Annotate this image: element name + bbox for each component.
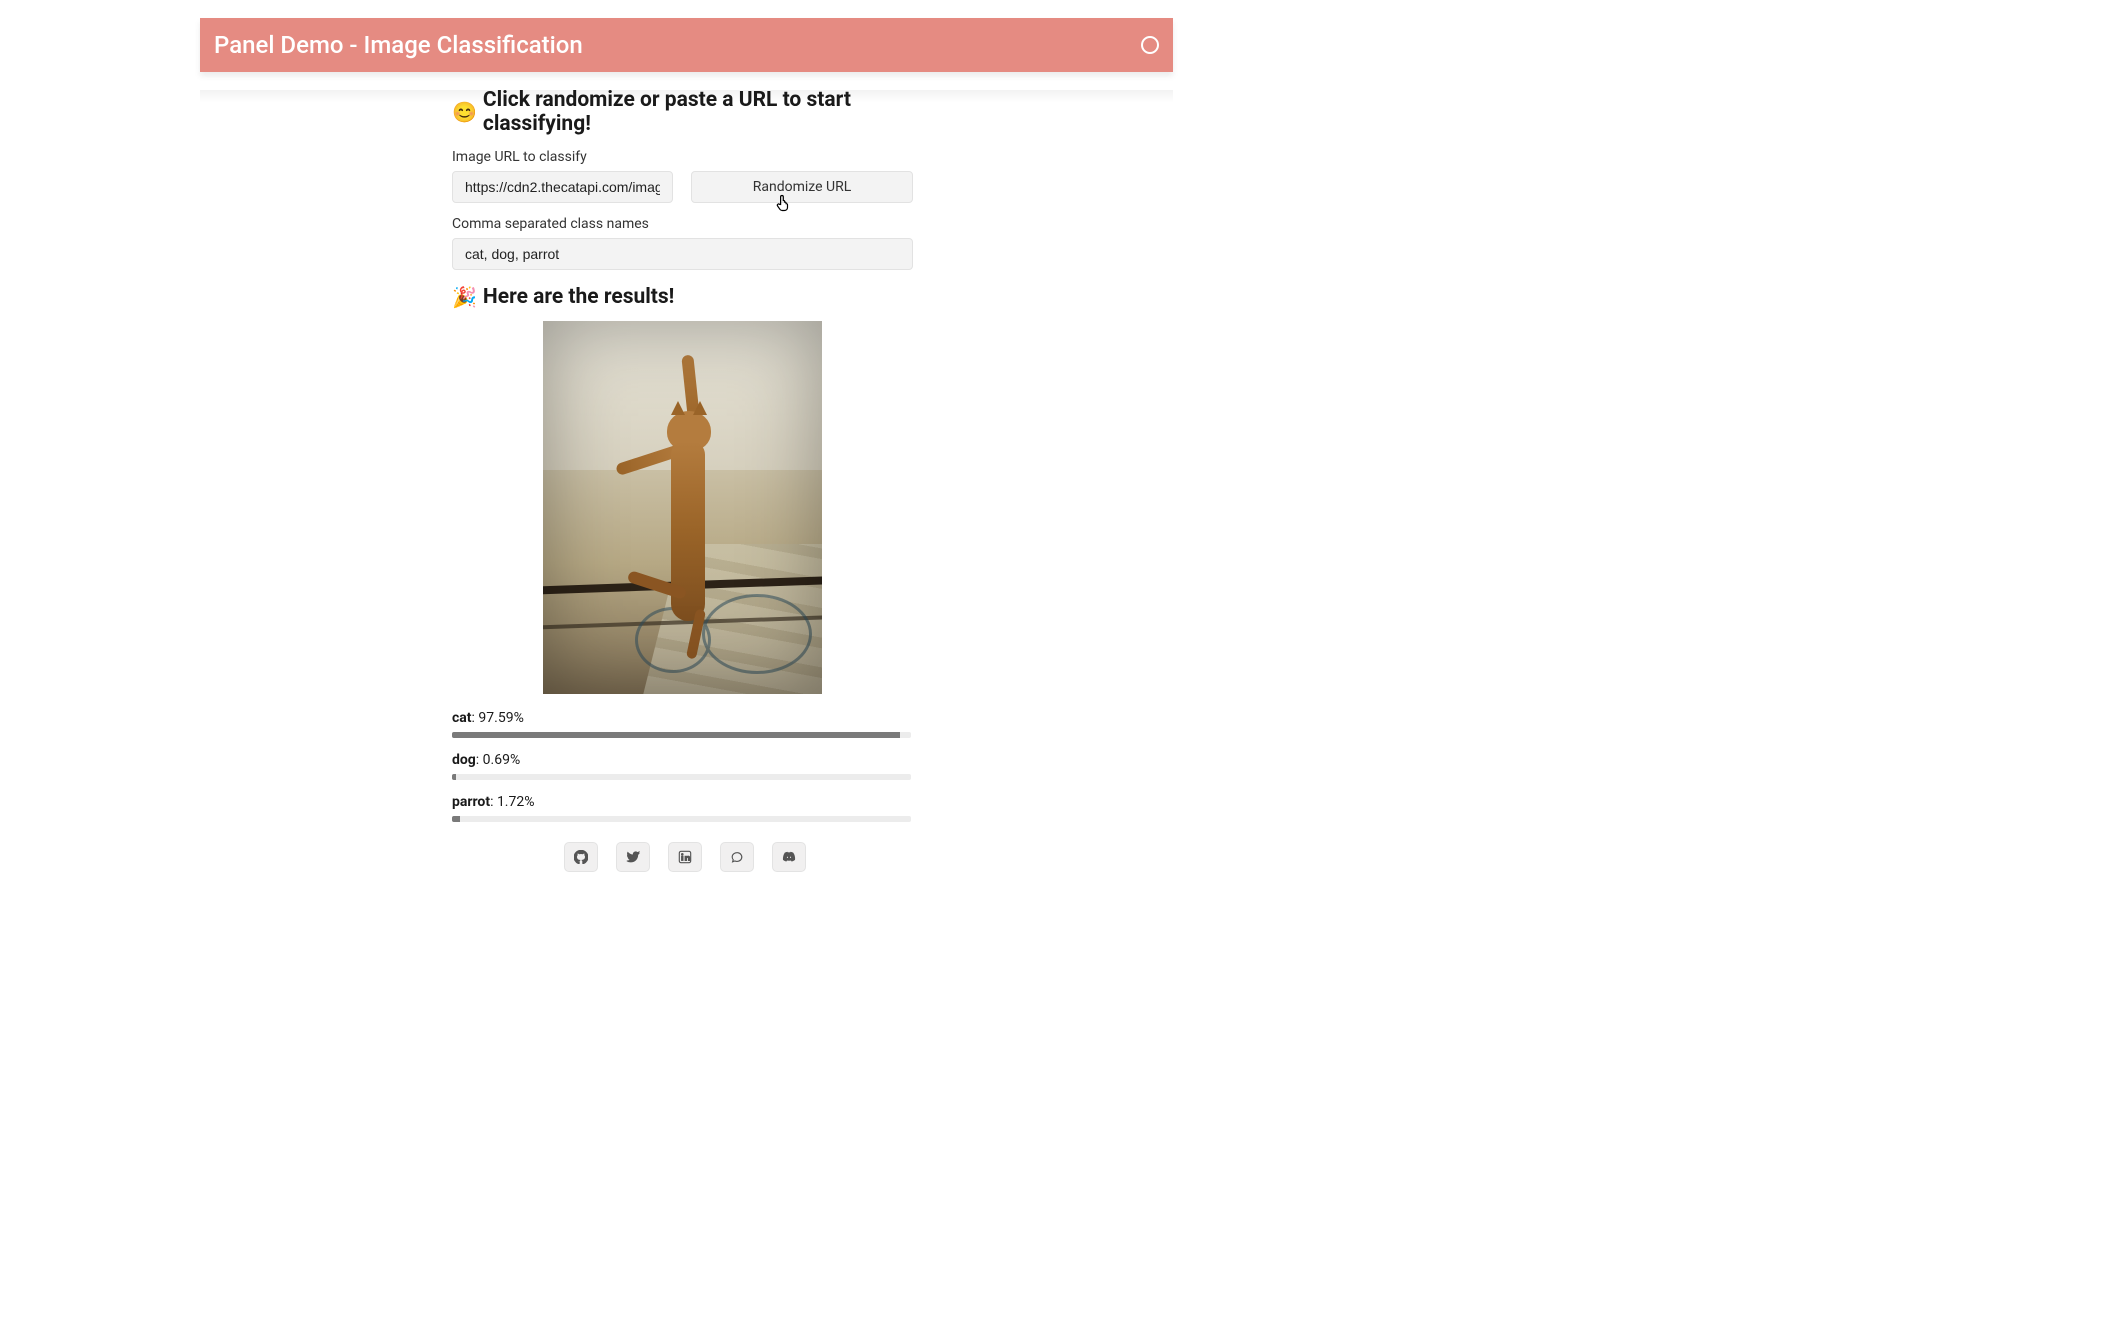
github-icon[interactable] — [564, 842, 598, 872]
results-list: cat: 97.59% dog: 0.69% parrot: 1.72% — [452, 710, 913, 822]
discord-icon[interactable] — [772, 842, 806, 872]
result-label-line: dog: 0.69% — [452, 752, 913, 768]
result-bar-fill — [452, 816, 460, 822]
classes-input-label: Comma separated class names — [452, 216, 913, 232]
result-bar-track — [452, 732, 911, 738]
loading-spinner-icon — [1141, 36, 1159, 54]
classified-image — [543, 321, 822, 694]
result-label-line: cat: 97.59% — [452, 710, 913, 726]
result-label-line: parrot: 1.72% — [452, 794, 913, 810]
url-input-label: Image URL to classify — [452, 149, 913, 165]
smile-emoji-icon: 😊 — [452, 102, 477, 122]
linkedin-icon[interactable] — [668, 842, 702, 872]
result-percent: 0.69% — [483, 752, 521, 768]
randomize-url-button[interactable]: Randomize URL — [691, 171, 913, 203]
result-class: dog — [452, 752, 476, 768]
twitter-icon[interactable] — [616, 842, 650, 872]
chat-icon[interactable] — [720, 842, 754, 872]
result-percent: 1.72% — [497, 794, 535, 810]
app-header: Panel Demo - Image Classification — [200, 18, 1173, 72]
result-row: dog: 0.69% — [452, 752, 913, 780]
randomize-url-button-label: Randomize URL — [753, 179, 852, 195]
result-row: parrot: 1.72% — [452, 794, 913, 822]
app-title: Panel Demo - Image Classification — [214, 31, 583, 59]
result-class: cat — [452, 710, 472, 726]
result-bar-fill — [452, 774, 456, 780]
result-bar-track — [452, 774, 911, 780]
results-heading: 🎉 Here are the results! — [452, 285, 913, 309]
party-emoji-icon: 🎉 — [452, 287, 477, 307]
result-bar-track — [452, 816, 911, 822]
results-heading-text: Here are the results! — [483, 285, 674, 309]
class-names-input[interactable] — [452, 238, 913, 270]
result-percent: 97.59% — [478, 710, 523, 726]
header-shadow — [200, 90, 1173, 103]
result-row: cat: 97.59% — [452, 710, 913, 738]
result-class: parrot — [452, 794, 490, 810]
image-url-input[interactable] — [452, 171, 673, 203]
footer-icon-row — [564, 842, 913, 872]
result-bar-fill — [452, 732, 900, 738]
